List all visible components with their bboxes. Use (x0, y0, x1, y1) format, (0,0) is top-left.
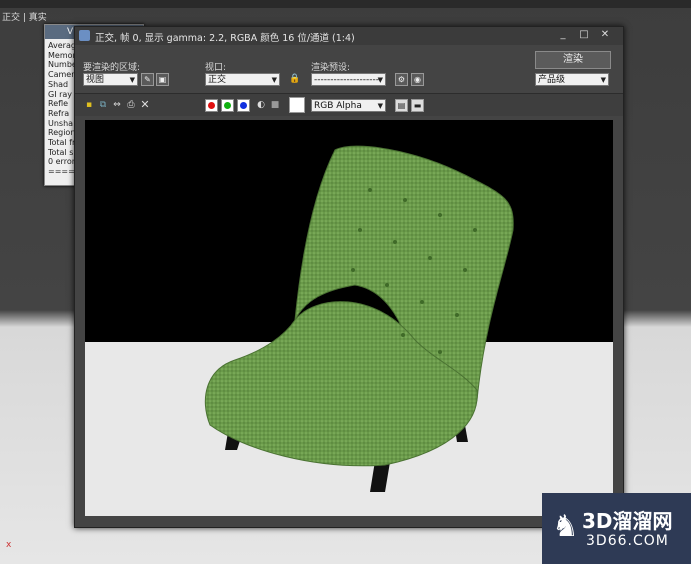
area-to-render-label: 要渲染的区域: (83, 63, 141, 73)
chevron-down-icon: ▼ (600, 76, 606, 84)
render-setup-icon[interactable]: ⚙ (395, 73, 408, 86)
render-quality-select[interactable]: 产品级 ▼ (535, 73, 609, 86)
environment-icon[interactable]: ◉ (411, 73, 424, 86)
app-icon (79, 30, 90, 41)
minimize-button[interactable]: _ (553, 28, 573, 42)
frame-buffer-title: 正交, 帧 0, 显示 gamma: 2.2, RGBA 颜色 16 位/通道 … (95, 33, 355, 44)
display-panel-icon[interactable]: ▬ (411, 99, 424, 112)
red-channel-dot (208, 102, 215, 109)
render-preset-label: 渲染预设: (311, 63, 351, 73)
lock-icon[interactable]: 🔒 (289, 73, 301, 85)
clear-icon[interactable]: ✕ (139, 99, 151, 111)
save-image-icon[interactable]: ▪ (83, 99, 95, 111)
watermark-title: 3D溜溜网 (582, 509, 673, 533)
background-color-swatch[interactable] (289, 97, 305, 113)
render-button[interactable]: 渲染 (535, 51, 611, 69)
area-to-render-select[interactable]: 视图 ▼ (83, 73, 138, 86)
alpha-toggle-icon[interactable]: ◐ (255, 99, 267, 111)
close-button[interactable]: ✕ (595, 28, 615, 42)
chair-render (204, 145, 514, 492)
rendered-image (85, 120, 613, 516)
render-preset-select[interactable]: -------------------- ▼ (311, 73, 386, 86)
render-preset-value: -------------------- (314, 75, 379, 85)
blue-channel-toggle[interactable] (237, 99, 250, 112)
edit-region-icon[interactable]: ✎ (141, 73, 154, 86)
watermark-url: 3D66.COM (586, 533, 669, 549)
frame-buffer-window[interactable]: 正交, 帧 0, 显示 gamma: 2.2, RGBA 颜色 16 位/通道 … (74, 26, 624, 528)
viewport-select[interactable]: 正交 ▼ (205, 73, 280, 86)
green-channel-toggle[interactable] (221, 99, 234, 112)
print-icon[interactable]: ⎙ (125, 99, 137, 111)
info-panel-icon[interactable]: ▤ (395, 99, 408, 112)
green-channel-dot (224, 102, 231, 109)
chevron-down-icon: ▼ (377, 76, 383, 84)
watermark-badge: ♞ 3D溜溜网 3D66.COM (542, 493, 691, 564)
chevron-down-icon: ▼ (271, 76, 277, 84)
mono-toggle-icon[interactable]: ■ (269, 99, 281, 111)
area-to-render-value: 视图 (86, 75, 105, 85)
chevron-down-icon: ▼ (129, 76, 135, 84)
channel-display-value: RGB Alpha (314, 101, 362, 111)
axis-gizmo-x: x (6, 540, 12, 550)
frame-buffer-titlebar[interactable]: 正交, 帧 0, 显示 gamma: 2.2, RGBA 颜色 16 位/通道 … (75, 27, 623, 45)
deer-logo-icon: ♞ (552, 509, 579, 544)
channel-toolbar: ▪ ⧉ ⇔ ⎙ ✕ ◐ ■ RGB Alpha ▼ ▤ ▬ (75, 93, 623, 116)
viewport-value: 正交 (208, 75, 227, 85)
viewport-label-fb: 视口: (205, 63, 227, 73)
chevron-down-icon: ▼ (377, 102, 383, 110)
blue-channel-dot (240, 102, 247, 109)
channel-display-select[interactable]: RGB Alpha ▼ (311, 99, 386, 112)
red-channel-toggle[interactable] (205, 99, 218, 112)
copy-image-icon[interactable]: ⧉ (97, 99, 109, 111)
maximize-button[interactable]: □ (574, 28, 594, 42)
auto-region-icon[interactable]: ▣ (156, 73, 169, 86)
top-toolbar-strip (0, 0, 691, 8)
viewport-label[interactable]: 正交 | 真实 (2, 10, 47, 23)
clone-frame-icon[interactable]: ⇔ (111, 99, 123, 111)
render-quality-value: 产品级 (538, 75, 566, 85)
